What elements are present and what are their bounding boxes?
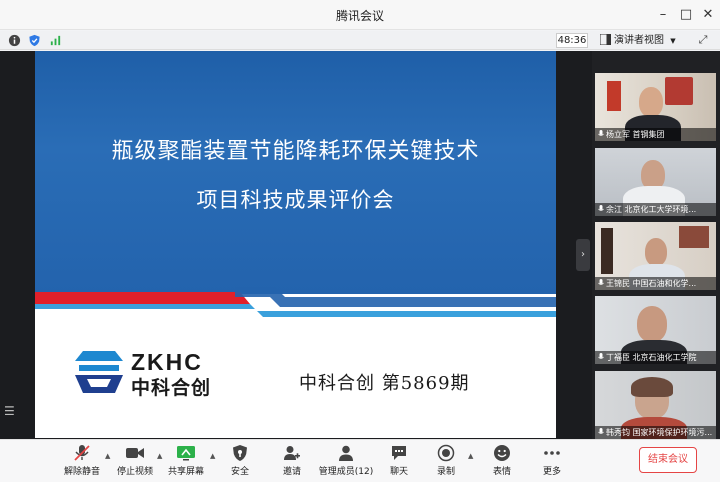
- chevron-up-icon[interactable]: ▲: [210, 452, 215, 460]
- participant-tile[interactable]: 余江 北京化工大学环境...: [595, 148, 716, 216]
- shield-icon: [233, 445, 247, 461]
- speaker-view-button[interactable]: 演讲者视图 ▼: [600, 33, 682, 48]
- microphone-icon: [598, 205, 604, 211]
- microphone-icon: [598, 130, 604, 136]
- microphone-muted-icon: [74, 445, 90, 461]
- list-menu-icon[interactable]: ☰: [4, 404, 18, 418]
- microphone-icon: [598, 353, 604, 359]
- emoji-button[interactable]: 表情: [486, 444, 518, 480]
- collapse-panel-button[interactable]: ›: [576, 239, 590, 271]
- invite-button[interactable]: 邀请: [274, 444, 310, 480]
- members-icon: [339, 445, 353, 461]
- slide-stripe-decoration: [35, 287, 556, 317]
- participant-caption: 余江 北京化工大学环境...: [595, 203, 716, 216]
- participant-tile[interactable]: 王锦民 中国石油和化学...: [595, 222, 716, 290]
- manage-members-button[interactable]: 管理成员(12): [318, 444, 374, 480]
- participant-tile[interactable]: 丁福臣 北京石油化工学院: [595, 296, 716, 364]
- meeting-infobar: 48:36 演讲者视图 ▼ ⤢: [0, 31, 720, 50]
- participant-tile[interactable]: 韩秀钧 国家环境保护环境污...: [595, 371, 716, 439]
- logo-text-en: ZKHC: [131, 349, 203, 375]
- unmute-button[interactable]: 解除静音: [60, 444, 104, 480]
- more-button[interactable]: 更多: [536, 444, 568, 480]
- chevron-up-icon[interactable]: ▲: [105, 452, 110, 460]
- microphone-icon: [598, 279, 604, 285]
- stop-video-button[interactable]: 停止视频: [113, 444, 157, 480]
- slide-header-band: [35, 51, 556, 294]
- chevron-up-icon[interactable]: ▲: [157, 452, 162, 460]
- window-title: 腾讯会议: [335, 9, 384, 23]
- participant-caption: 韩秀钧 国家环境保护环境污...: [595, 426, 716, 439]
- more-dots-icon: [544, 451, 560, 455]
- minimize-icon[interactable]: –: [655, 7, 671, 23]
- fullscreen-icon[interactable]: ⤢: [694, 33, 712, 48]
- slide-title-line2: 项目科技成果评价会: [196, 188, 395, 212]
- meeting-timer: 48:36: [556, 33, 588, 48]
- logo-text-cn: 中科合创: [131, 377, 212, 399]
- share-screen-icon: [177, 446, 195, 461]
- chevron-right-icon: ›: [581, 249, 585, 260]
- close-icon[interactable]: ✕: [700, 7, 716, 23]
- maximize-icon[interactable]: □: [678, 7, 694, 23]
- view-grid-icon: [600, 34, 611, 45]
- signal-strength-icon[interactable]: [49, 34, 62, 47]
- record-icon: [437, 444, 455, 462]
- chat-button[interactable]: 聊天: [383, 444, 415, 480]
- info-icon[interactable]: [8, 34, 21, 47]
- meeting-toolbar: 解除静音 ▲ 停止视频 ▲ 共享屏幕 ▲ 安全 邀请 管理成员(12) 聊天 录: [0, 439, 720, 482]
- participant-caption: 丁福臣 北京石油化工学院: [595, 351, 716, 364]
- presentation-slide: 瓶级聚酯装置节能降耗环保关键技术 项目科技成果评价会 ZKHC 中科合创 中科合…: [35, 51, 556, 438]
- participant-video-panel: 杨立军 首钢集团 余江 北京化工大学环境... 王锦民 中国石油和化学... 丁…: [592, 51, 720, 439]
- security-button[interactable]: 安全: [222, 444, 258, 480]
- share-screen-button[interactable]: 共享屏幕: [164, 444, 208, 480]
- participant-tile[interactable]: 杨立军 首钢集团: [595, 73, 716, 141]
- chevron-up-icon[interactable]: ▲: [468, 452, 473, 460]
- issue-number: 中科合创 第5869期: [299, 373, 470, 394]
- participant-caption: 王锦民 中国石油和化学...: [595, 277, 716, 290]
- record-button[interactable]: 录制: [430, 444, 462, 480]
- slide-title-line1: 瓶级聚酯装置节能降耗环保关键技术: [111, 139, 480, 164]
- end-meeting-button[interactable]: 结束会议: [639, 447, 697, 473]
- zkhc-logo-icon: [75, 351, 123, 393]
- video-camera-icon: [126, 448, 144, 458]
- shield-icon[interactable]: [28, 34, 41, 47]
- add-user-icon: [284, 446, 300, 460]
- view-label: 演讲者视图: [614, 35, 664, 46]
- window-titlebar: 腾讯会议 – □ ✕: [0, 0, 720, 30]
- emoji-icon: [494, 445, 510, 461]
- chat-icon: [392, 446, 406, 460]
- participant-caption: 杨立军 首钢集团: [595, 128, 716, 141]
- microphone-icon: [598, 428, 604, 434]
- chevron-down-icon: ▼: [670, 37, 676, 45]
